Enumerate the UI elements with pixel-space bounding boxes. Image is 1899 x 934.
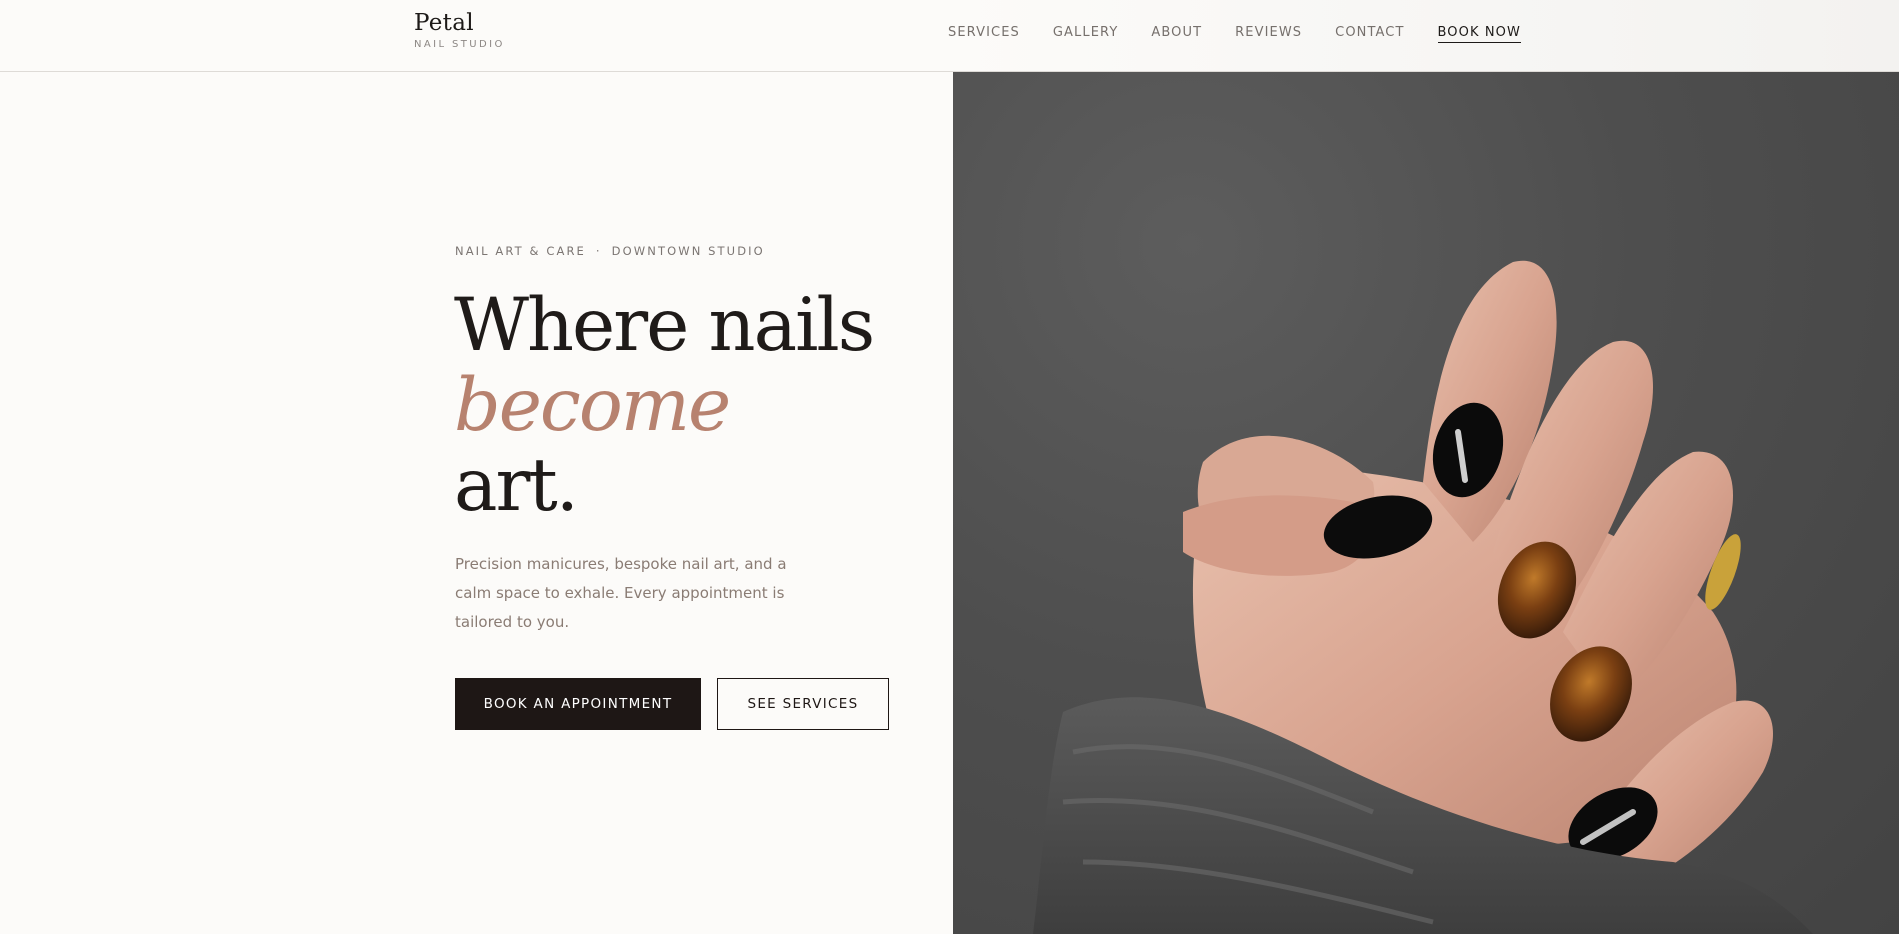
hero-image: [953, 72, 1899, 934]
brand-tagline: NAIL STUDIO: [414, 39, 505, 50]
hero-eyebrow: NAIL ART & CARE · DOWNTOWN STUDIO: [455, 244, 765, 258]
nav-link-contact[interactable]: CONTACT: [1335, 25, 1404, 43]
book-appointment-button[interactable]: BOOK AN APPOINTMENT: [455, 678, 701, 730]
nav-link-about[interactable]: ABOUT: [1151, 25, 1202, 43]
site-header: Petal NAIL STUDIO SERVICES GALLERY ABOUT…: [0, 0, 1899, 72]
headline-accent: become: [454, 363, 731, 448]
eyebrow-category: NAIL ART & CARE: [455, 244, 586, 258]
brand-logo[interactable]: Petal NAIL STUDIO: [414, 9, 505, 50]
headline-line-3: art.: [454, 443, 579, 528]
nav-link-gallery[interactable]: GALLERY: [1053, 25, 1119, 43]
headline-line-1: Where nails: [454, 283, 875, 368]
see-services-button[interactable]: SEE SERVICES: [717, 678, 889, 730]
eyebrow-separator: ·: [595, 244, 602, 258]
hero-headline: Where nails become art.: [454, 283, 875, 528]
nav-link-reviews[interactable]: REVIEWS: [1235, 25, 1302, 43]
eyebrow-location: DOWNTOWN STUDIO: [611, 244, 765, 258]
hand-with-painted-nails-icon: [1033, 260, 1813, 934]
hero-description: Precision manicures, bespoke nail art, a…: [455, 555, 787, 631]
nav-book-now-link[interactable]: BOOK NOW: [1437, 25, 1521, 43]
nav-link-services[interactable]: SERVICES: [948, 25, 1020, 43]
main-nav: SERVICES GALLERY ABOUT REVIEWS CONTACT B…: [948, 25, 1521, 43]
brand-name: Petal: [414, 10, 474, 36]
